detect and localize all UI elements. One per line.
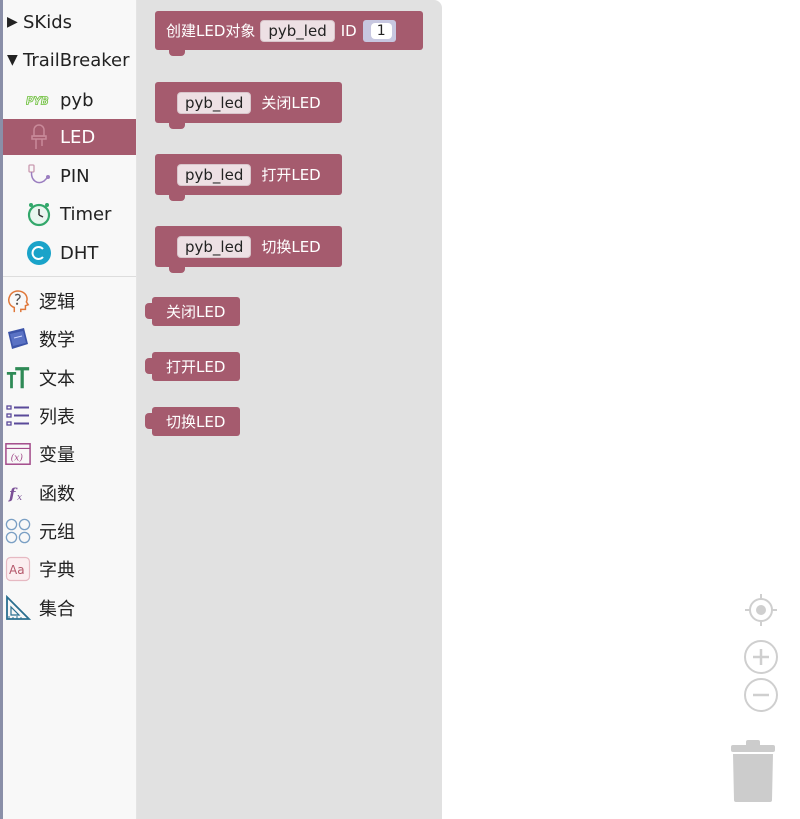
category-math[interactable]: 数学 [3,321,136,357]
create-led-block[interactable]: 创建LED对象 pyb_led ID 1 [155,11,423,56]
category-lists[interactable]: 列表 [3,398,136,434]
zoom-in-icon[interactable] [743,639,779,679]
list-icon [5,403,31,429]
led-off-action: 关闭LED [261,94,321,112]
block-notch [169,123,185,129]
create-led-var-field[interactable]: pyb_led [260,19,335,42]
tuple-circles-icon [5,518,31,544]
category-dht[interactable]: DHT [3,235,136,271]
category-lists-label: 列表 [39,407,75,428]
math-book-icon [5,326,31,352]
category-text[interactable]: 文本 [3,360,136,396]
category-pin-label: PIN [60,165,90,187]
category-set[interactable]: 集合 [3,590,136,626]
id-number-field[interactable]: 1 [370,22,392,39]
pyb-icon: PYB [26,87,52,113]
pin-cable-icon [26,163,52,189]
led-toggle-value-block[interactable]: 切换LED [145,407,240,436]
category-timer-label: Timer [60,203,112,225]
category-tuple[interactable]: 元组 [3,513,136,549]
category-set-label: 集合 [39,599,75,620]
function-fx-icon: fx [5,480,31,506]
dict-aa-icon: Aa [5,556,31,582]
category-variables-label: 变量 [39,445,75,466]
svg-text:PYB: PYB [26,97,49,107]
expand-arrow-icon: ▶ [7,14,18,30]
block-notch [169,195,185,201]
led-on-var-field[interactable]: pyb_led [177,163,252,186]
logic-head-icon [5,288,31,314]
category-timer[interactable]: Timer [3,196,136,232]
category-led-label: LED [60,126,96,148]
toolbox-divider [3,276,136,277]
svg-text:Aa: Aa [9,563,25,577]
toolbox: ▶ SKids ▼ TrailBreaker PYB pyb LED PIN T… [0,0,137,819]
led-on-action: 打开LED [261,166,321,184]
category-math-label: 数学 [39,330,75,351]
block-notch [169,50,185,56]
category-pyb[interactable]: PYB pyb [3,82,136,118]
dht-sensor-icon [26,240,52,266]
led-toggle-statement-block[interactable]: pyb_led 切换LED [155,226,342,273]
zoom-out-icon[interactable] [743,677,779,717]
category-functions[interactable]: fx 函数 [3,475,136,511]
category-skids[interactable]: ▶ SKids [3,4,136,40]
category-pin[interactable]: PIN [3,158,136,194]
led-toggle-value-label: 切换LED [166,413,226,431]
led-toggle-var-field[interactable]: pyb_led [177,235,252,258]
led-off-value-block[interactable]: 关闭LED [145,297,240,326]
create-led-prefix: 创建LED对象 [166,22,256,40]
category-skids-label: SKids [23,11,73,33]
create-led-id-label: ID [340,21,357,40]
led-toggle-action: 切换LED [261,238,321,256]
led-on-value-block[interactable]: 打开LED [145,352,240,381]
output-connector [145,358,153,374]
led-on-statement-block[interactable]: pyb_led 打开LED [155,154,342,201]
category-dht-label: DHT [60,242,99,264]
category-pyb-label: pyb [60,89,94,111]
category-logic[interactable]: 逻辑 [3,283,136,319]
block-flyout: 创建LED对象 pyb_led ID 1 pyb_led 关闭LED pyb_l… [137,0,442,819]
svg-text:(x): (x) [11,453,24,464]
led-icon [26,124,52,150]
category-functions-label: 函数 [39,484,75,505]
output-connector [145,303,153,319]
category-variables[interactable]: (x) 变量 [3,436,136,472]
block-notch [169,267,185,273]
category-tuple-label: 元组 [39,522,75,543]
trash-icon[interactable] [729,740,777,808]
set-square-icon [5,595,31,621]
category-text-label: 文本 [39,369,75,390]
category-trailbreaker-label: TrailBreaker [23,49,130,71]
led-off-var-field[interactable]: pyb_led [177,91,252,114]
clock-icon [26,201,52,227]
category-trailbreaker[interactable]: ▼ TrailBreaker [3,42,136,78]
led-on-value-label: 打开LED [166,358,226,376]
category-logic-label: 逻辑 [39,292,75,313]
text-tt-icon [5,365,31,391]
id-input-socket: 1 [362,19,396,42]
collapse-arrow-icon: ▼ [7,52,18,68]
category-dict-label: 字典 [39,560,75,581]
led-off-value-label: 关闭LED [166,303,226,321]
svg-text:x: x [17,493,22,503]
led-off-statement-block[interactable]: pyb_led 关闭LED [155,82,342,129]
output-connector [145,413,153,429]
variable-icon: (x) [5,441,31,467]
recenter-icon[interactable] [743,592,779,632]
category-dict[interactable]: Aa 字典 [3,551,136,587]
category-led[interactable]: LED [3,119,136,155]
